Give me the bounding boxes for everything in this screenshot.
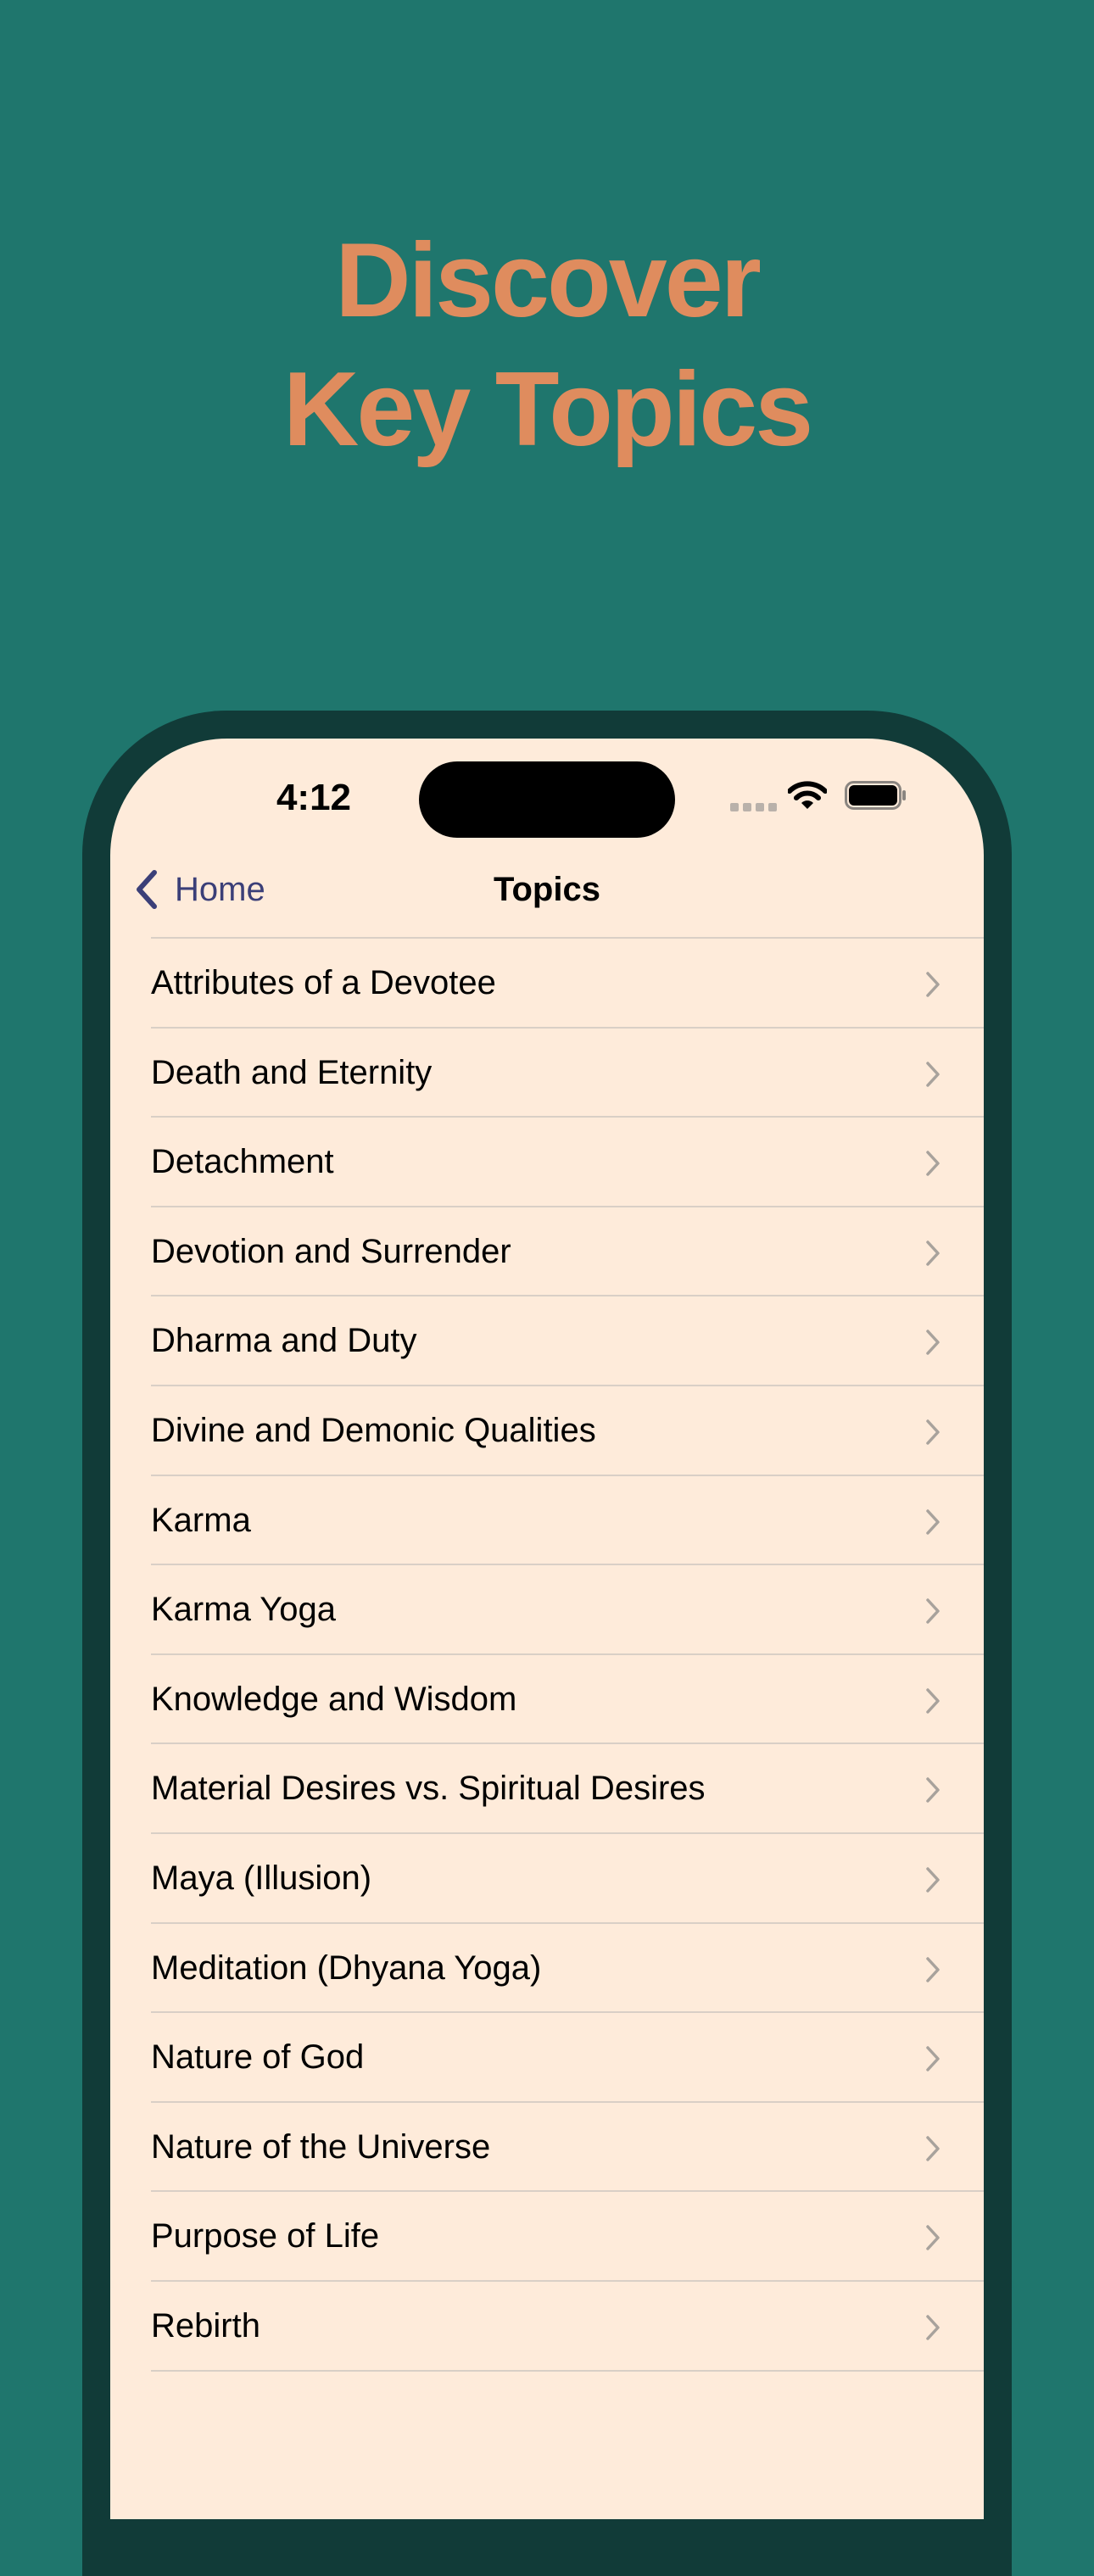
topic-row[interactable]: Death and Eternity: [110, 1029, 984, 1118]
wifi-icon: [788, 781, 827, 809]
topic-label: Maya (Illusion): [151, 1859, 372, 1897]
chevron-right-icon: [926, 1956, 940, 1982]
chevron-right-icon: [926, 1598, 940, 1624]
topic-label: Purpose of Life: [151, 2217, 380, 2255]
topic-row[interactable]: Nature of God: [110, 2013, 984, 2103]
topic-label: Rebirth: [151, 2306, 260, 2345]
topic-row[interactable]: Maya (Illusion): [110, 1834, 984, 1924]
chevron-right-icon: [926, 1419, 940, 1445]
topic-label: Detachment: [151, 1143, 334, 1181]
chevron-right-icon: [926, 1330, 940, 1356]
chevron-right-icon: [926, 1777, 940, 1804]
topic-label: Karma Yoga: [151, 1591, 336, 1629]
chevron-right-icon: [926, 2225, 940, 2251]
topic-label: Attributes of a Devotee: [151, 964, 496, 1001]
topic-row[interactable]: Material Desires vs. Spiritual Desires: [110, 1744, 984, 1834]
chevron-right-icon: [926, 1688, 940, 1714]
dynamic-island: [419, 761, 675, 838]
topic-label: Meditation (Dhyana Yoga): [151, 1949, 542, 1987]
topic-row[interactable]: Rebirth: [110, 2282, 984, 2372]
topic-row[interactable]: Meditation (Dhyana Yoga): [110, 1924, 984, 2014]
topic-label: Divine and Demonic Qualities: [151, 1411, 596, 1449]
chevron-right-icon: [926, 1241, 940, 1266]
topic-row[interactable]: Karma Yoga: [110, 1565, 984, 1655]
topic-list: Attributes of a Devotee Death and Eterni…: [110, 939, 984, 2372]
topic-row[interactable]: Dharma and Duty: [110, 1296, 984, 1386]
topic-row[interactable]: Devotion and Surrender: [110, 1207, 984, 1297]
topic-row[interactable]: Divine and Demonic Qualities: [110, 1386, 984, 1476]
headline-line-2: Key Topics: [282, 351, 813, 468]
chevron-right-icon: [926, 972, 940, 997]
cellular-signal-icon: [730, 803, 778, 811]
topic-label: Devotion and Surrender: [151, 1232, 511, 1270]
chevron-right-icon: [926, 1867, 940, 1893]
topic-row[interactable]: Detachment: [110, 1118, 984, 1207]
topic-row[interactable]: Attributes of a Devotee: [110, 939, 984, 1029]
topic-label: Death and Eternity: [151, 1053, 433, 1091]
topic-row[interactable]: Purpose of Life: [110, 2192, 984, 2282]
headline-line-1: Discover: [335, 222, 762, 339]
chevron-right-icon: [926, 1508, 940, 1535]
topic-row[interactable]: Karma: [110, 1476, 984, 1566]
status-time: 4:12: [276, 777, 352, 818]
topic-label: Material Desires vs. Spiritual Desires: [151, 1770, 706, 1808]
topic-label: Knowledge and Wisdom: [151, 1680, 517, 1718]
chevron-right-icon: [926, 2135, 940, 2161]
chevron-right-icon: [926, 2315, 940, 2340]
promo-headline: Discover Key Topics: [0, 216, 1094, 474]
topic-label: Dharma and Duty: [151, 1322, 417, 1360]
phone-screen: 4:12 Home Topics Attributes of a Devotee…: [110, 739, 984, 2519]
topic-row[interactable]: Nature of the Universe: [110, 2103, 984, 2193]
chevron-right-icon: [926, 1061, 940, 1087]
topic-label: Nature of the Universe: [151, 2127, 491, 2166]
topic-label: Karma: [151, 1501, 251, 1539]
battery-icon: [845, 781, 906, 810]
chevron-right-icon: [926, 2046, 940, 2071]
chevron-right-icon: [926, 1151, 940, 1176]
topic-row[interactable]: Knowledge and Wisdom: [110, 1655, 984, 1745]
nav-title: Topics: [494, 871, 600, 908]
topic-label: Nature of God: [151, 2038, 365, 2077]
